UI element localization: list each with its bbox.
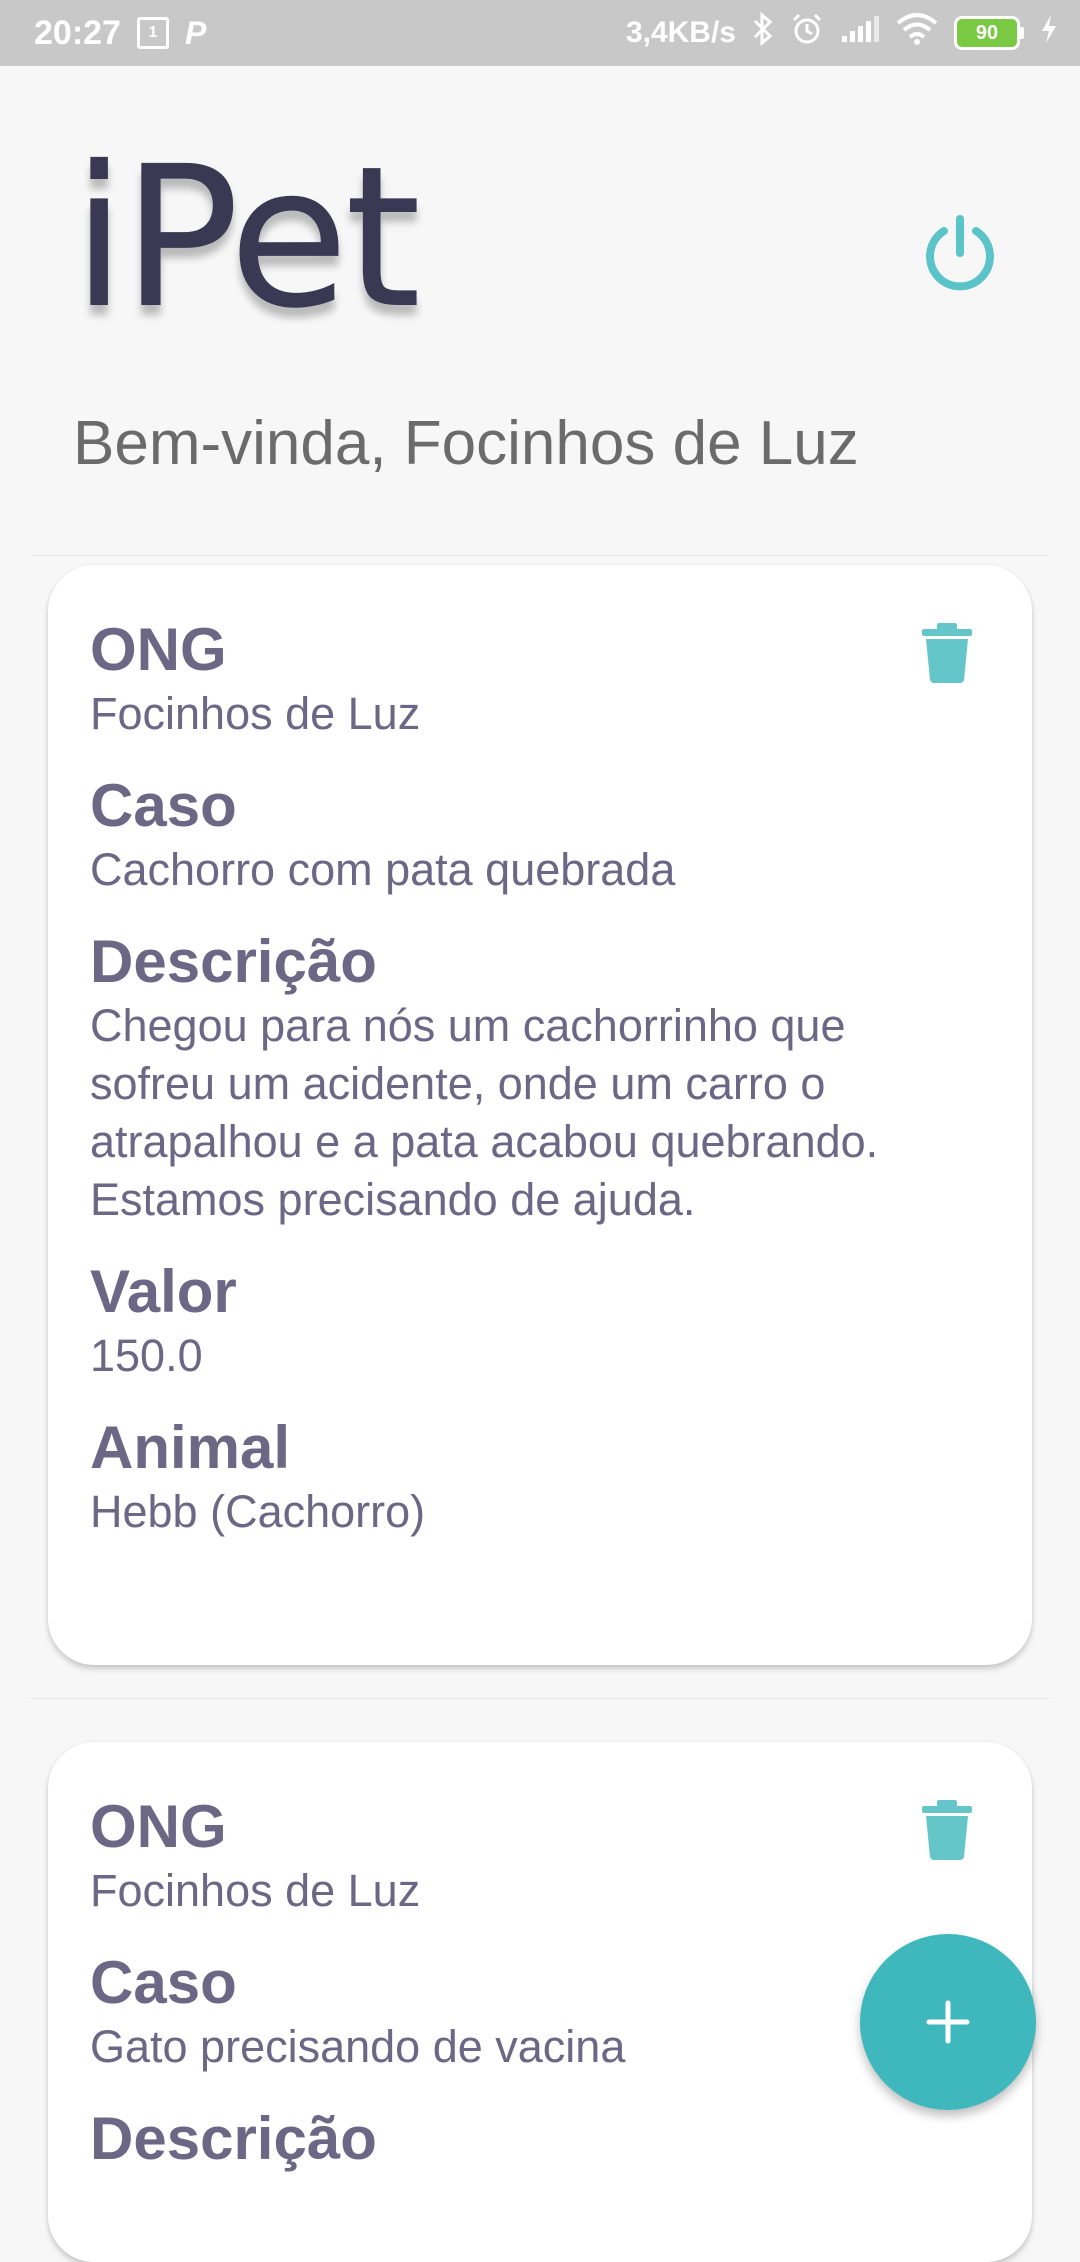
trash-icon[interactable] xyxy=(922,1800,972,1860)
card-spacer xyxy=(90,899,990,927)
descricao-label: Descrição xyxy=(90,2105,377,2172)
card-spacer xyxy=(90,1229,990,1257)
divider xyxy=(30,555,1050,556)
p-icon: P xyxy=(184,14,207,51)
plus-icon xyxy=(926,2000,970,2044)
status-bar: 20:27 1 P 3,4KB/s 90 xyxy=(0,0,1080,66)
card-spacer xyxy=(90,2076,990,2104)
app-logo: iPet xyxy=(72,124,421,351)
battery-level: 90 xyxy=(954,16,1020,50)
power-icon xyxy=(926,215,994,291)
logout-button[interactable] xyxy=(915,210,1005,300)
alarm-icon xyxy=(790,12,824,55)
sim-icon: 1 xyxy=(136,17,169,49)
valor-value: 150.0 xyxy=(90,1330,203,1381)
caso-value: Cachorro com pata quebrada xyxy=(90,844,676,895)
wifi-icon xyxy=(896,12,938,54)
bluetooth-icon xyxy=(752,11,774,55)
descricao-label: Descrição xyxy=(90,928,377,995)
card-spacer xyxy=(90,565,990,615)
ong-value: Focinhos de Luz xyxy=(90,688,421,739)
add-case-button[interactable] xyxy=(860,1934,1036,2110)
case-card: ONG Focinhos de Luz Caso Cachorro com pa… xyxy=(48,565,1032,1665)
caso-label: Caso xyxy=(90,1949,237,2016)
ong-value: Focinhos de Luz xyxy=(90,1865,421,1916)
valor-label: Valor xyxy=(90,1258,237,1325)
status-bar-left: 20:27 1 P xyxy=(34,14,206,53)
trash-icon[interactable] xyxy=(922,623,972,683)
descricao-line: atrapalhou e a pata acabou quebrando. xyxy=(90,1116,879,1167)
caso-label: Caso xyxy=(90,772,237,839)
status-bar-right: 3,4KB/s 90 xyxy=(625,11,1058,55)
ong-label: ONG xyxy=(90,616,227,683)
status-time: 20:27 xyxy=(34,13,121,52)
welcome-text: Bem-vinda, Focinhos de Luz xyxy=(73,409,859,478)
card-spacer xyxy=(90,1385,990,1413)
card-spacer xyxy=(90,1920,990,1948)
ong-label: ONG xyxy=(90,1793,227,1860)
signal-icon xyxy=(840,14,880,53)
animal-label: Animal xyxy=(90,1414,291,1481)
descricao-line: Estamos precisando de ajuda. xyxy=(90,1174,696,1225)
battery-tip xyxy=(1020,27,1024,39)
caso-value: Gato precisando de vacina xyxy=(90,2021,626,2072)
animal-value: Hebb (Cachorro) xyxy=(90,1486,426,1537)
battery-icon: 90 xyxy=(954,16,1024,50)
descricao-line: sofreu um acidente, onde um carro o xyxy=(90,1058,826,1109)
card-spacer xyxy=(90,743,990,771)
descricao-line: Chegou para nós um cachorrinho que xyxy=(90,1000,846,1051)
divider xyxy=(30,1698,1050,1699)
charging-icon xyxy=(1040,14,1058,53)
network-speed: 3,4KB/s xyxy=(625,16,736,49)
card-spacer xyxy=(90,1742,990,1792)
